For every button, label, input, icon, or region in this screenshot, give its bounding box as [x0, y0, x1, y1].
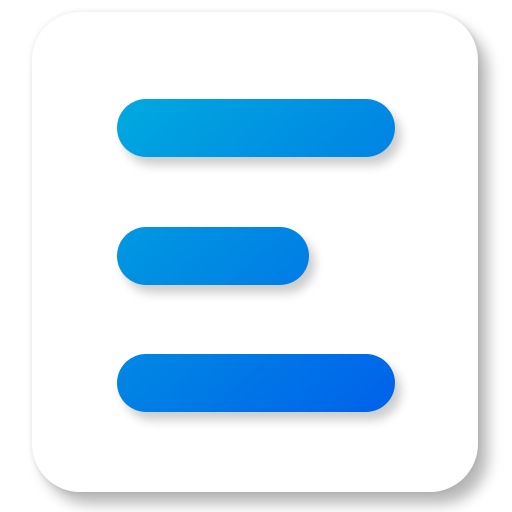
middle-bar	[117, 227, 309, 285]
top-bar	[117, 99, 395, 157]
app-icon	[0, 0, 512, 512]
bottom-bar	[117, 354, 395, 412]
